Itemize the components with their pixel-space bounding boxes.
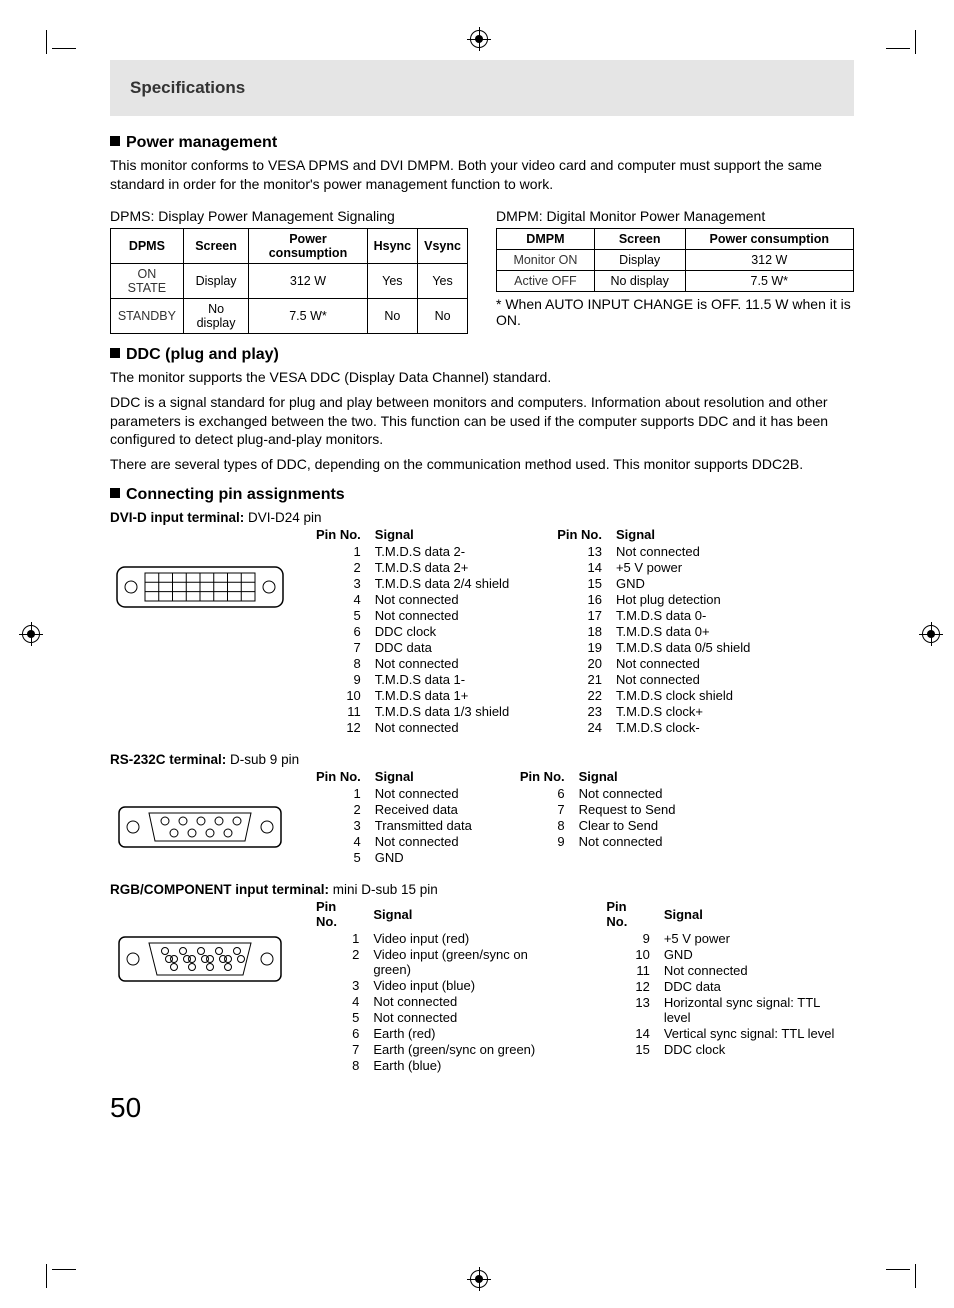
power-body: This monitor conforms to VESA DPMS and D… — [110, 156, 854, 194]
rgb-connector-diagram — [110, 899, 290, 992]
rgb-terminal-label: RGB/COMPONENT input terminal: mini D-sub… — [110, 882, 854, 897]
rs232c-terminal-label: RS-232C terminal: D-sub 9 pin — [110, 752, 854, 767]
ddc-body-2: DDC is a signal standard for plug and pl… — [110, 393, 854, 450]
heading-ddc: DDC (plug and play) — [110, 346, 854, 364]
square-bullet-icon — [110, 136, 120, 146]
heading-pin-assignments: Connecting pin assignments — [110, 486, 854, 504]
ddc-body-1: The monitor supports the VESA DDC (Displ… — [110, 368, 854, 387]
rs232c-pins-right: Pin No.Signal 6Not connected7Request to … — [520, 769, 690, 866]
dvi-pins-right: Pin No.Signal 13Not connected14+5 V powe… — [557, 527, 764, 736]
crop-mark-icon — [28, 1248, 68, 1288]
dmpm-table: DMPM Screen Power consumption Monitor ON… — [496, 228, 854, 292]
dpms-caption: DPMS: Display Power Management Signaling — [110, 208, 468, 224]
section-header: Specifications — [110, 60, 854, 116]
registration-mark-icon — [470, 1270, 488, 1288]
square-bullet-icon — [110, 348, 120, 358]
rgb-pins-left: Pin No.Signal 1Video input (red)2Video i… — [316, 899, 572, 1074]
dvi-pins-left: Pin No.Signal 1T.M.D.S data 2-2T.M.D.S d… — [316, 527, 523, 736]
dpms-table: DPMS Screen Power consumption Hsync Vsyn… — [110, 228, 468, 334]
dvi-connector-diagram — [110, 527, 290, 620]
ddc-body-3: There are several types of DDC, dependin… — [110, 455, 854, 474]
square-bullet-icon — [110, 488, 120, 498]
dvi-terminal-label: DVI-D input terminal: DVI-D24 pin — [110, 510, 854, 525]
heading-power-management: Power management — [110, 134, 854, 152]
rgb-pins-right: Pin No.Signal 9+5 V power10GND11Not conn… — [606, 899, 854, 1074]
rs232c-connector-diagram — [110, 769, 290, 858]
dmpm-caption: DMPM: Digital Monitor Power Management — [496, 208, 854, 224]
page-title: Specifications — [130, 78, 245, 97]
crop-mark-icon — [894, 1248, 934, 1288]
power-footnote: * When AUTO INPUT CHANGE is OFF. 11.5 W … — [496, 296, 854, 328]
page-number: 50 — [110, 1092, 854, 1124]
rs232c-pins-left: Pin No.Signal 1Not connected2Received da… — [316, 769, 486, 866]
